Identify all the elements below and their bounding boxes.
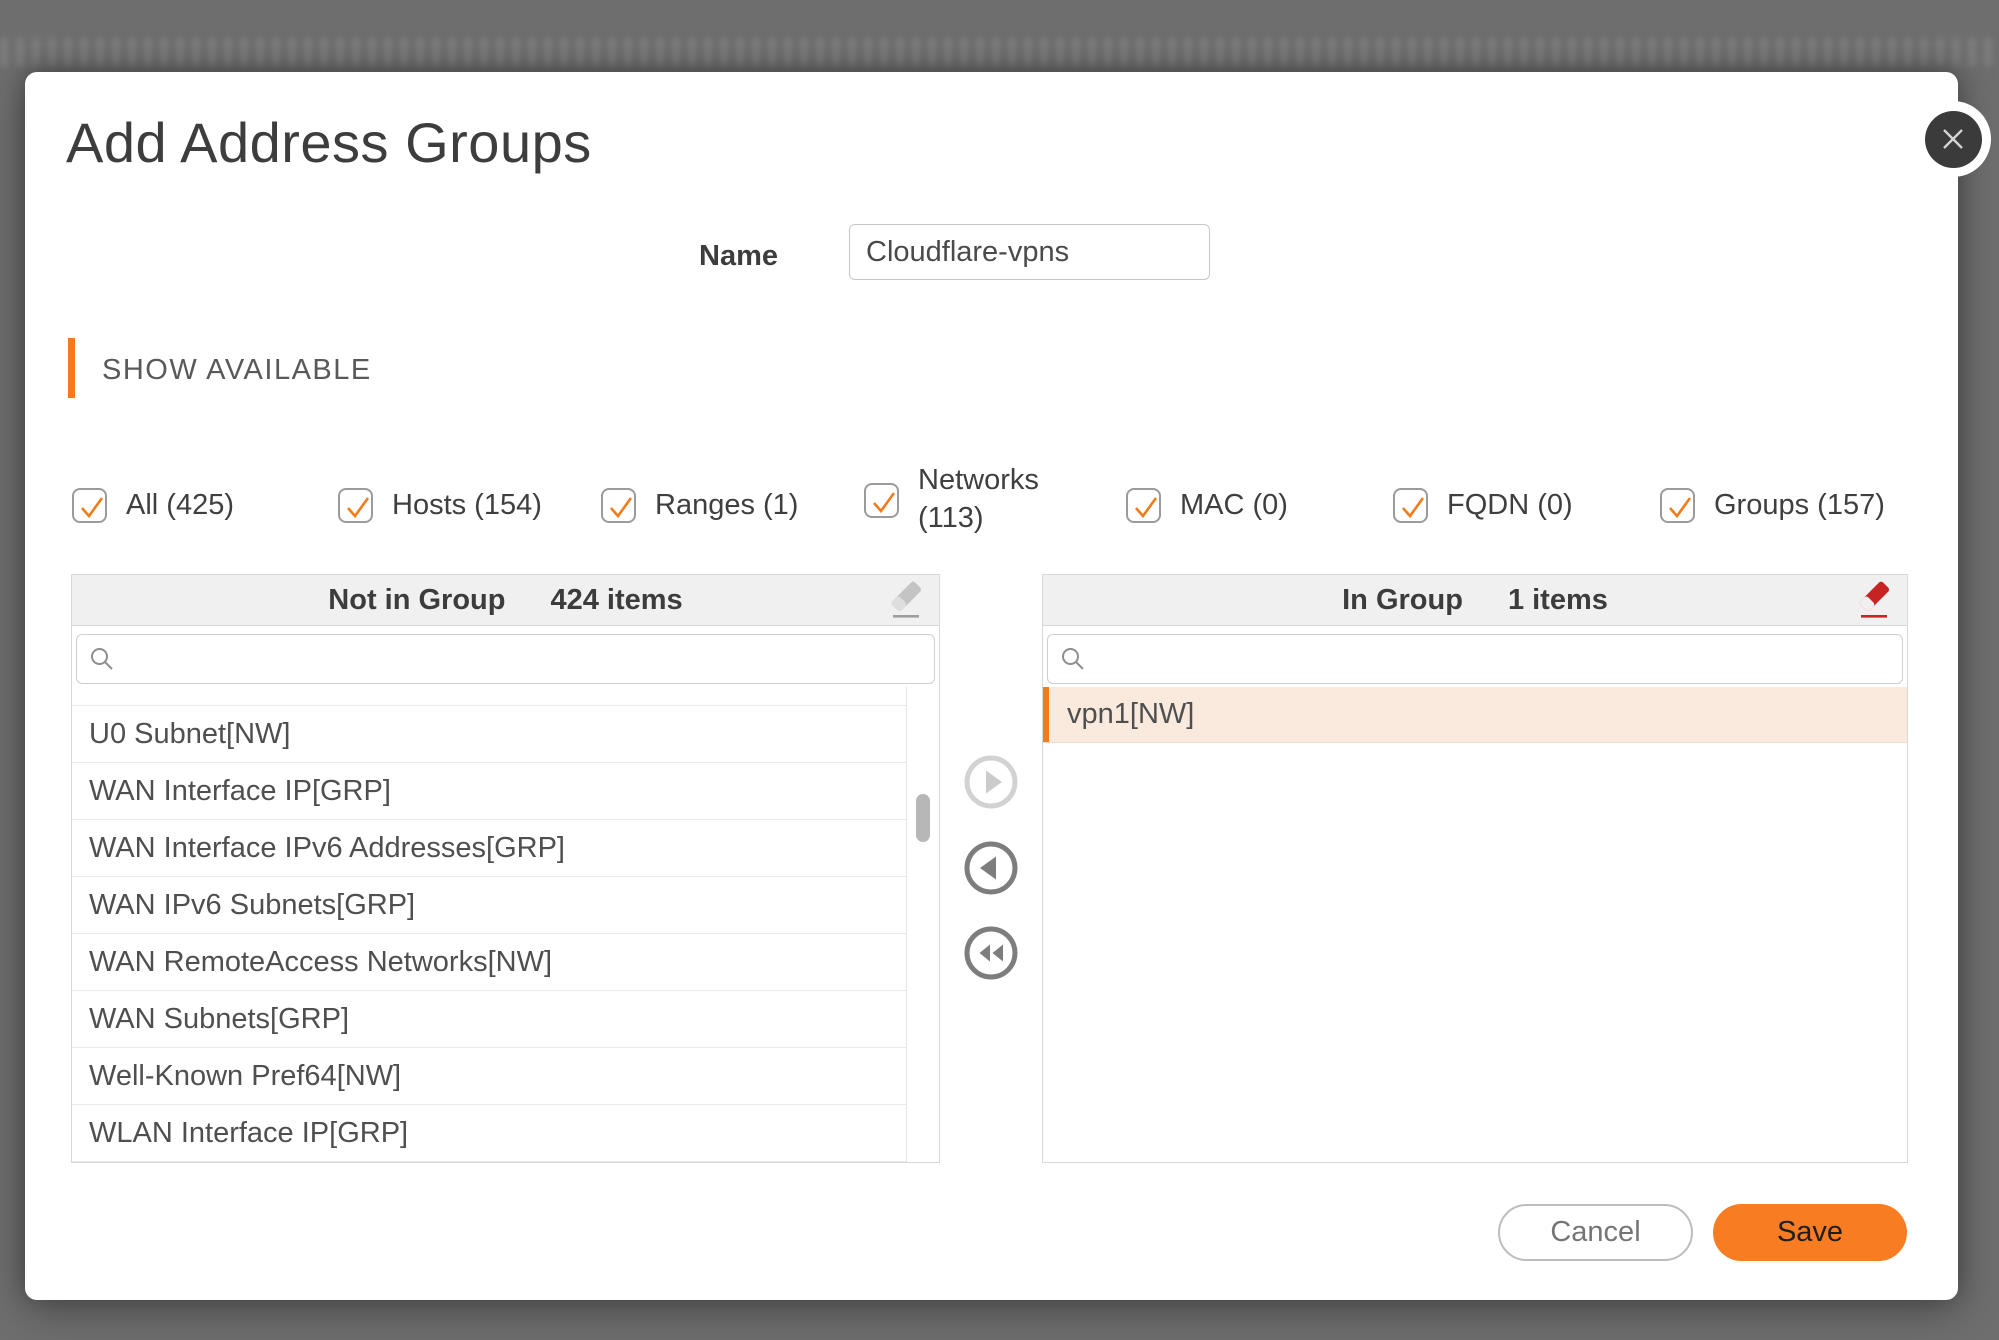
list-item[interactable]: WAN Interface IP[GRP] — [72, 763, 906, 820]
filter-label: Ranges (1) — [655, 489, 798, 522]
search-input[interactable] — [1096, 635, 1890, 683]
not-in-group-count: 424 items — [550, 584, 682, 617]
clear-group-button[interactable] — [1853, 579, 1895, 623]
in-group-count: 1 items — [1508, 584, 1608, 617]
list-item[interactable]: WAN IPv6 Subnets[GRP] — [72, 877, 906, 934]
not-in-group-search — [76, 634, 935, 684]
filter-groups-157: Groups (157) — [1660, 488, 1885, 523]
in-group-panel: In Group 1 items vpn1[NW] — [1042, 574, 1908, 1163]
checkbox-checked-icon[interactable] — [1126, 488, 1161, 523]
search-icon — [1060, 646, 1086, 672]
list-item[interactable]: WAN RemoteAccess Networks[NW] — [72, 934, 906, 991]
list-row-partial[interactable] — [72, 687, 906, 706]
filter-label: MAC (0) — [1180, 489, 1288, 522]
list-item-label: U0 Subnet[NW] — [89, 718, 290, 751]
list-item-label: WAN Interface IP[GRP] — [89, 775, 391, 808]
list-item-label: WAN RemoteAccess Networks[NW] — [89, 946, 552, 979]
list-item-label: WLAN Interface IP[GRP] — [89, 1117, 408, 1150]
filter-label: Groups (157) — [1714, 489, 1885, 522]
in-group-list: vpn1[NW] — [1043, 687, 1907, 1162]
in-group-header: In Group 1 items — [1043, 575, 1907, 626]
list-item[interactable]: U0 Subnet[NW] — [72, 706, 906, 763]
arrow-left-icon — [963, 840, 1019, 896]
checkbox-checked-icon[interactable] — [338, 488, 373, 523]
save-button[interactable]: Save — [1713, 1204, 1907, 1261]
list-item[interactable]: vpn1[NW] — [1043, 687, 1907, 743]
transfer-controls — [963, 754, 1020, 981]
not-in-group-header: Not in Group 424 items — [72, 575, 939, 626]
list-item[interactable]: WAN Subnets[GRP] — [72, 991, 906, 1048]
checkbox-checked-icon[interactable] — [72, 488, 107, 523]
move-all-left-button[interactable] — [963, 925, 1019, 981]
show-available-label: SHOW AVAILABLE — [102, 354, 372, 387]
not-in-group-list: U0 Subnet[NW] WAN Interface IP[GRP] WAN In… — [72, 687, 907, 1162]
checkbox-checked-icon[interactable] — [1393, 488, 1428, 523]
list-item[interactable]: Well-Known Pref64[NW] — [72, 1048, 906, 1105]
double-arrow-left-icon — [963, 925, 1019, 981]
dialog-title: Add Address Groups — [66, 110, 592, 175]
filter-mac-0: MAC (0) — [1126, 488, 1288, 523]
in-group-title: In Group — [1342, 584, 1463, 617]
search-input[interactable] — [125, 635, 922, 683]
filters-row: All (425)Hosts (154)Ranges (1)Networks (… — [25, 466, 1958, 540]
name-input[interactable] — [849, 224, 1210, 280]
in-group-search — [1047, 634, 1903, 684]
filter-fqdn-0: FQDN (0) — [1393, 488, 1573, 523]
filter-all-425: All (425) — [72, 488, 234, 523]
list-item-label: WAN Interface IPv6 Addresses[GRP] — [89, 832, 565, 865]
checkbox-checked-icon[interactable] — [1660, 488, 1695, 523]
list-item[interactable]: WLAN Interface IP[GRP] — [72, 1105, 906, 1162]
cancel-button[interactable]: Cancel — [1498, 1204, 1693, 1261]
not-in-group-panel: Not in Group 424 items U0 Subnet[NW] WAN … — [71, 574, 940, 1163]
list-item-label: Well-Known Pref64[NW] — [89, 1060, 401, 1093]
arrow-right-icon — [963, 754, 1019, 810]
clear-search-button[interactable] — [885, 579, 927, 623]
checkbox-checked-icon[interactable] — [601, 488, 636, 523]
section-accent-bar — [68, 338, 75, 398]
scrollbar-thumb[interactable] — [916, 794, 930, 842]
filter-networks-113: Networks (113) — [864, 460, 1078, 540]
checkbox-checked-icon[interactable] — [864, 483, 899, 518]
filter-ranges-1: Ranges (1) — [601, 488, 798, 523]
close-button[interactable] — [1915, 101, 1991, 177]
add-address-groups-dialog: Add Address Groups Name SHOW AVAILABLE A… — [25, 72, 1958, 1300]
close-icon — [1925, 111, 1982, 168]
filter-label: All (425) — [126, 489, 234, 522]
list-item-label: vpn1[NW] — [1067, 698, 1194, 731]
backdrop-blurred-content — [0, 38, 1999, 66]
move-left-button[interactable] — [963, 840, 1019, 896]
name-label: Name — [525, 240, 778, 273]
filter-label: Hosts (154) — [392, 489, 542, 522]
list-item[interactable]: WAN Interface IPv6 Addresses[GRP] — [72, 820, 906, 877]
filter-label: Networks (113) — [918, 462, 1078, 537]
list-item-label: WAN Subnets[GRP] — [89, 1003, 349, 1036]
eraser-icon — [887, 579, 925, 623]
eraser-red-icon — [1855, 579, 1893, 623]
filter-label: FQDN (0) — [1447, 489, 1573, 522]
move-right-button[interactable] — [963, 754, 1019, 810]
list-item-label: WAN IPv6 Subnets[GRP] — [89, 889, 415, 922]
search-icon — [89, 646, 115, 672]
filter-hosts-154: Hosts (154) — [338, 488, 542, 523]
not-in-group-title: Not in Group — [328, 584, 505, 617]
